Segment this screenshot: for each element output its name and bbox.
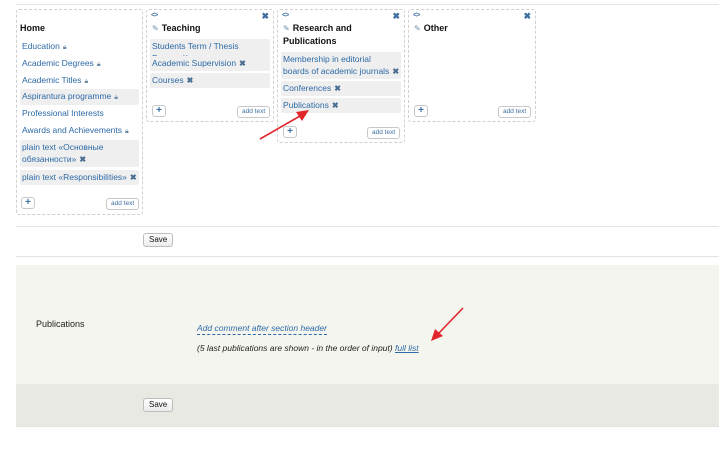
arrow-to-publications-item bbox=[259, 110, 309, 140]
arrow-to-full-list bbox=[431, 307, 464, 341]
annotation-arrows bbox=[259, 110, 464, 341]
